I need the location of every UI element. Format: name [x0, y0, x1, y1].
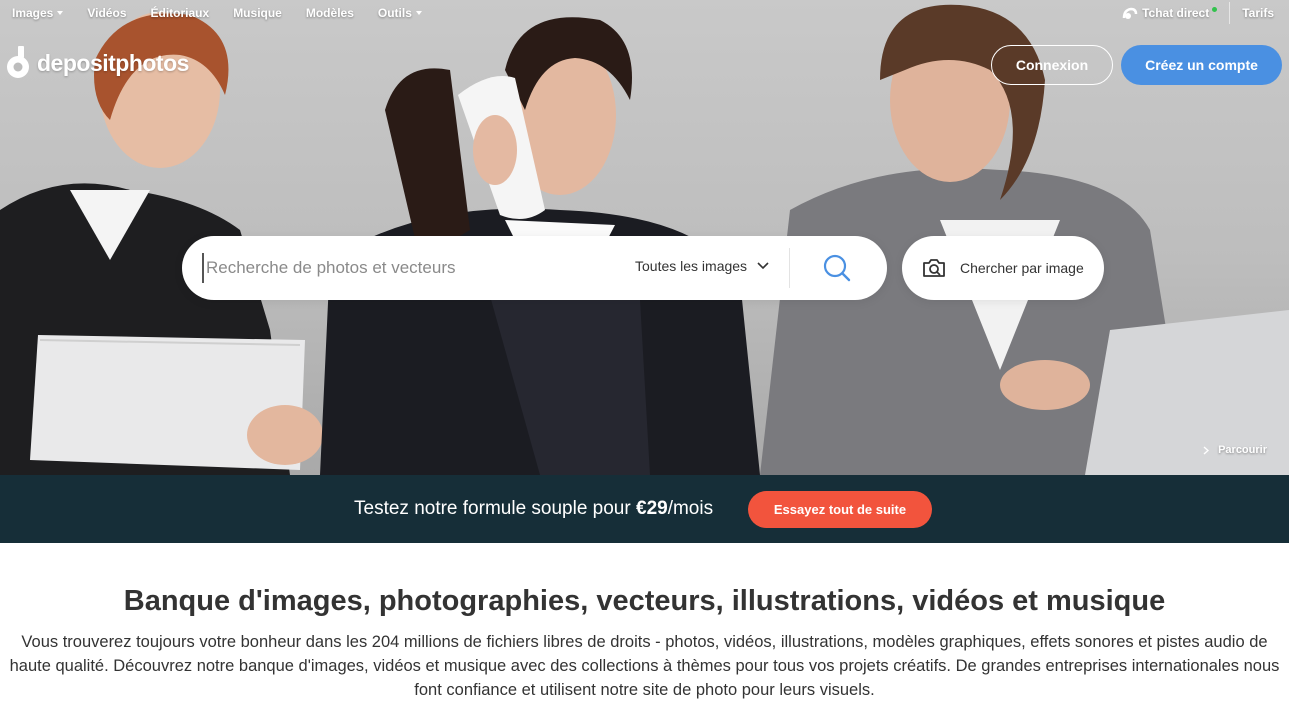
search-by-image-button[interactable]: Chercher par image: [902, 236, 1104, 300]
search-bar: Toutes les images: [182, 236, 887, 300]
browse-link[interactable]: Parcourir: [1203, 444, 1267, 456]
nav-tools[interactable]: Outils: [378, 6, 422, 20]
search-input[interactable]: [202, 253, 622, 283]
nav-music-label: Musique: [233, 6, 282, 20]
nav-videos-label: Vidéos: [87, 6, 127, 20]
signup-button[interactable]: Créez un compte: [1121, 45, 1282, 85]
nav-editorial-label: Éditoriaux: [150, 6, 210, 20]
pricing-link[interactable]: Tarifs: [1242, 6, 1274, 20]
nav-images-label: Images: [12, 6, 54, 20]
top-right-links: Tchat direct Tarifs: [1122, 2, 1274, 24]
chevron-right-icon: [1203, 445, 1210, 455]
nav-templates[interactable]: Modèles: [306, 6, 354, 20]
login-button[interactable]: Connexion: [991, 45, 1113, 85]
search-divider: [789, 248, 790, 288]
nav-images[interactable]: Images: [12, 6, 64, 20]
nav-editorial[interactable]: Éditoriaux: [151, 6, 210, 20]
browse-label: Parcourir: [1218, 444, 1267, 456]
top-navigation: Images Vidéos Éditoriaux Musique Modèles…: [12, 6, 446, 20]
chevron-down-icon: [57, 11, 64, 15]
chat-icon: [1122, 7, 1138, 19]
online-status-dot: [1212, 6, 1218, 12]
promo-text: Testez notre formule souple pour €29/moi…: [354, 498, 713, 520]
search-type-label: Toutes les images: [635, 258, 748, 274]
page-description: Vous trouverez toujours votre bonheur da…: [9, 633, 1280, 699]
page-title: Banque d'images, photographies, vecteurs…: [123, 585, 1166, 617]
nav-music[interactable]: Musique: [233, 6, 282, 20]
logo-text: depositphotos: [37, 49, 189, 76]
promo-price: €29: [636, 498, 668, 519]
live-chat-label: Tchat direct: [1142, 6, 1210, 20]
live-chat-link[interactable]: Tchat direct: [1122, 6, 1218, 20]
promo-text-before: Testez notre formule souple pour: [354, 498, 636, 519]
hero-banner: Images Vidéos Éditoriaux Musique Modèles…: [0, 0, 1289, 475]
logo-icon: [7, 46, 29, 78]
search-by-image-label: Chercher par image: [960, 260, 1084, 276]
nav-templates-label: Modèles: [305, 6, 354, 20]
try-now-button[interactable]: Essayez tout de suite: [748, 491, 932, 528]
nav-divider: [1229, 2, 1231, 24]
camera-icon: [923, 259, 945, 277]
promo-text-after: /mois: [667, 498, 714, 519]
nav-videos[interactable]: Vidéos: [87, 6, 126, 20]
chevron-down-icon: [415, 11, 422, 15]
promo-banner: Testez notre formule souple pour €29/moi…: [0, 475, 1289, 543]
site-logo[interactable]: depositphotos: [5, 46, 189, 80]
search-icon[interactable]: [822, 253, 852, 283]
chevron-down-icon: [757, 262, 769, 270]
nav-tools-label: Outils: [377, 6, 412, 20]
search-type-select[interactable]: Toutes les images: [635, 258, 769, 274]
